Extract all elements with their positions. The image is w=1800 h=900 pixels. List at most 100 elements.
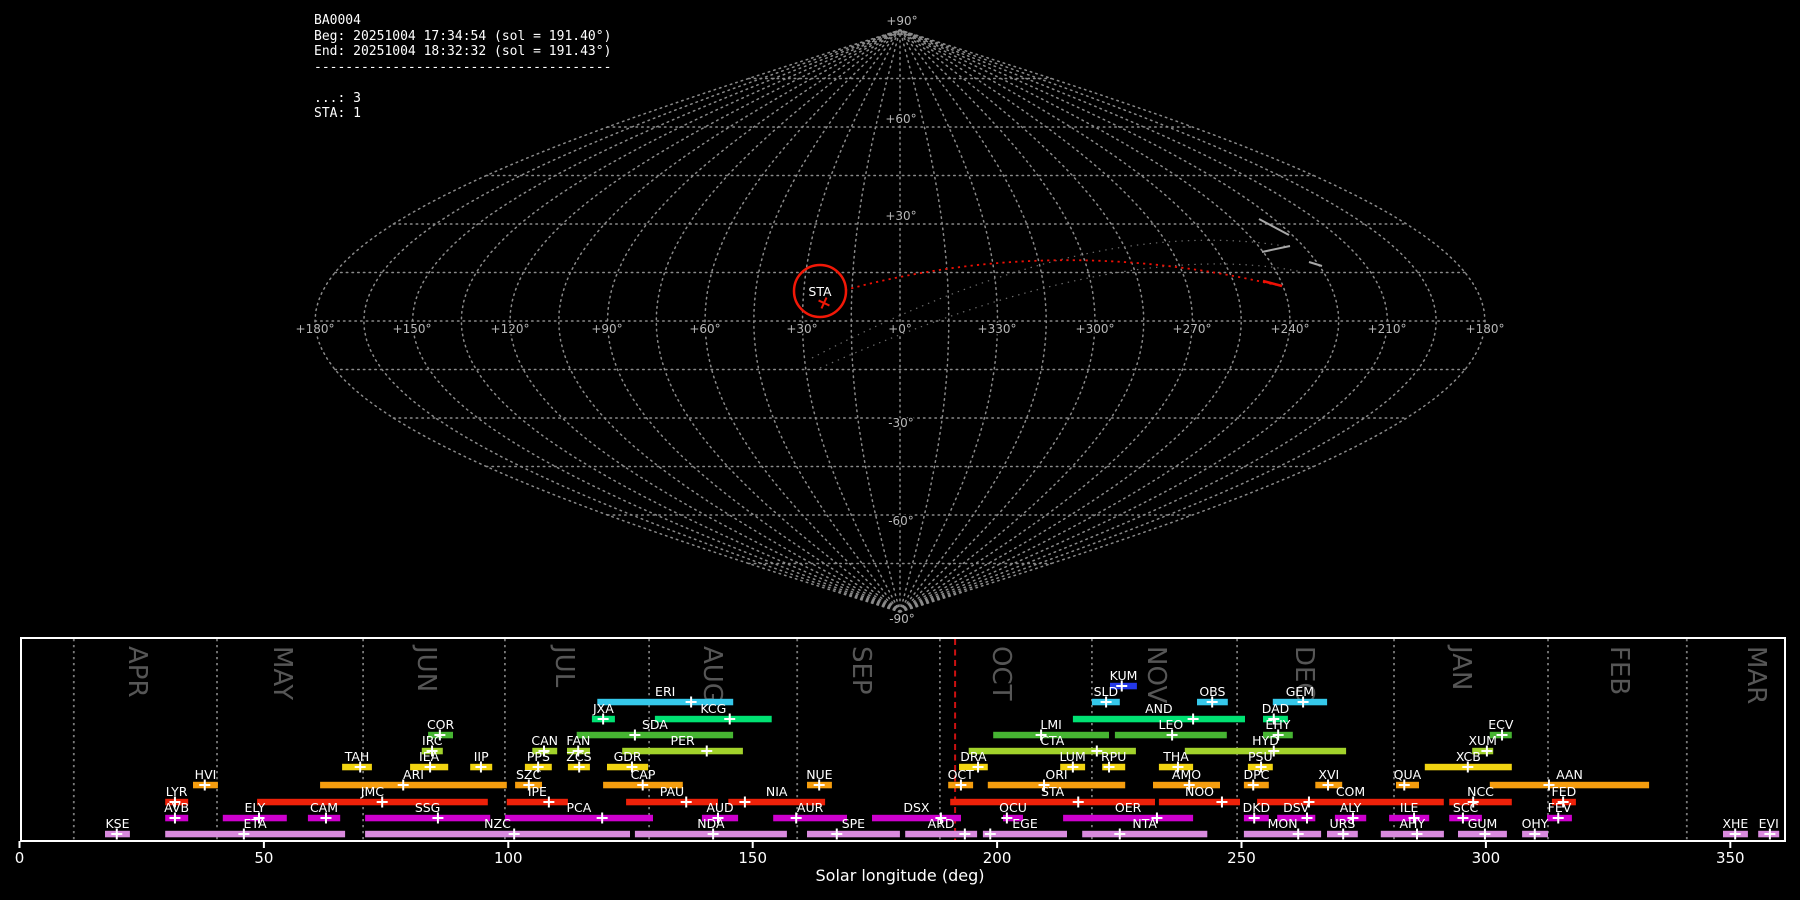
shower-bar-NZC: [365, 830, 630, 838]
month-label: JAN: [1446, 644, 1476, 690]
shower-label-HYD: HYD: [1252, 733, 1279, 748]
month-label: AUG: [697, 646, 727, 703]
shower-label-STA: STA: [1041, 784, 1065, 799]
shower-label-PER: PER: [671, 733, 695, 748]
month-label: SEP: [846, 646, 876, 695]
shower-label-AVB: AVB: [164, 800, 189, 815]
longitude-label: +180°: [296, 322, 335, 336]
shower-label-TAH: TAH: [344, 749, 370, 764]
shower-label-ELY: ELY: [244, 800, 265, 815]
shower-label-JMC: JMC: [360, 784, 384, 799]
shower-label-COM: COM: [1336, 784, 1365, 799]
shower-label-MON: MON: [1268, 816, 1298, 831]
shower-label-ETA: ETA: [244, 816, 268, 831]
shower-label-KUM: KUM: [1110, 668, 1138, 683]
shower-label-AND: AND: [1145, 701, 1173, 716]
meridian-line: [704, 29, 901, 613]
shower-label-ERI: ERI: [655, 684, 675, 699]
shower-label-SPE: SPE: [842, 816, 865, 831]
meridian-line: [899, 29, 1243, 613]
faint-track-line: [811, 239, 1291, 359]
shower-bar-ETA: [165, 830, 346, 838]
shower-label-AMO: AMO: [1172, 767, 1201, 782]
shower-label-AHY: AHY: [1400, 816, 1426, 831]
axis-tick-label: 50: [254, 849, 273, 867]
latitude-label: -90°: [889, 612, 915, 626]
shower-label-ECV: ECV: [1488, 717, 1514, 732]
shower-label-ARD: ARD: [928, 816, 955, 831]
faint-track-line: [819, 263, 1303, 369]
shower-label-OCU: OCU: [999, 800, 1027, 815]
shower-bar-MON: [1243, 830, 1322, 838]
shower-bar-NTA: [1082, 830, 1208, 838]
shower-label-AUR: AUR: [797, 800, 824, 815]
shower-bar-SDA: [576, 731, 734, 739]
meridian-line: [899, 29, 1096, 613]
shower-bar-PAU: [626, 798, 718, 806]
shower-label-DRA: DRA: [960, 749, 987, 764]
shower-label-AAN: AAN: [1556, 767, 1583, 782]
shower-label-NZC: NZC: [484, 816, 511, 831]
shower-label-PAU: PAU: [660, 784, 684, 799]
month-label: OCT: [986, 646, 1016, 701]
shower-label-GEM: GEM: [1286, 684, 1314, 699]
axis-tick-label: 350: [1716, 849, 1745, 867]
shower-label-FEV: FEV: [1548, 800, 1572, 815]
shower-label-CAM: CAM: [310, 800, 338, 815]
latitude-label: +60°: [885, 112, 916, 126]
shower-label-DSV: DSV: [1283, 800, 1310, 815]
longitude-label: +210°: [1368, 322, 1407, 336]
meteor-radiant-screen: +90° +60° +30° -30° -60° -90° +180° +150° +120° +…: [0, 0, 1800, 900]
shower-bar-AUR: [773, 814, 847, 822]
shower-label-ALY: ALY: [1340, 800, 1362, 815]
longitude-label: +150°: [393, 322, 432, 336]
month-label: APR: [122, 646, 152, 698]
axis-tick-label: 200: [983, 849, 1012, 867]
sky-map-and-timeline-canvas: +90° +60° +30° -30° -60° -90° +180° +150° +120° +…: [15, 13, 1786, 867]
shower-bar-ARI: [320, 781, 507, 789]
shower-label-OER: OER: [1115, 800, 1142, 815]
longitude-label: +90°: [591, 322, 622, 336]
shower-label-LYR: LYR: [166, 784, 188, 799]
shower-label-NTA: NTA: [1132, 816, 1157, 831]
shower-label-EVI: EVI: [1759, 816, 1779, 831]
longitude-label: +0°: [888, 322, 912, 336]
shower-label-SDA: SDA: [642, 717, 668, 732]
shower-label-DPC: DPC: [1243, 767, 1269, 782]
shower-label-AUD: AUD: [706, 800, 733, 815]
shower-label-DKD: DKD: [1243, 800, 1270, 815]
shower-label-THA: THA: [1162, 749, 1189, 764]
row-violet: KSE ETA NZC NDA SPE ARD EGE NTA MON URS AHY GUM OHY X…: [105, 816, 1780, 840]
latitude-label: +30°: [885, 209, 916, 223]
shower-label-SSG: SSG: [415, 800, 441, 815]
shower-label-NCC: NCC: [1467, 784, 1494, 799]
activity-timeline: APR MAY JUN JUL AUG SEP OCT NOV DEC JAN FEB MARKUME…: [15, 637, 1786, 867]
shower-label-ARI: ARI: [403, 767, 424, 782]
month-label: FEB: [1604, 646, 1634, 695]
axis-tick-label: 100: [494, 849, 523, 867]
shower-bar-PCA: [504, 814, 653, 822]
month-label: MAY: [267, 646, 297, 700]
longitude-label: +120°: [491, 322, 530, 336]
shower-label-CTA: CTA: [1040, 733, 1064, 748]
month-label: MAR: [1741, 646, 1771, 704]
longitude-label: +30°: [786, 322, 817, 336]
month-label: NOV: [1141, 646, 1171, 703]
shower-label-NOO: NOO: [1185, 784, 1214, 799]
shower-label-XUM: XUM: [1468, 733, 1497, 748]
shower-label-ILE: ILE: [1400, 800, 1419, 815]
shower-bar-JMC: [257, 798, 488, 806]
shower-bar-IPE: [506, 798, 568, 806]
shower-label-NDA: NDA: [697, 816, 725, 831]
radiant-trail-tip: [1262, 279, 1283, 288]
month-label: JUN: [411, 644, 441, 692]
longitude-label: +270°: [1173, 322, 1212, 336]
row-orange: HVI ARI SZC CAP NUE OCT ORI AMO DPC XVI QUA AAN: [193, 767, 1650, 791]
shower-label-QUA: QUA: [1394, 767, 1422, 782]
shower-bar-SPE: [807, 830, 900, 838]
meteor-streak: [1261, 245, 1291, 253]
shower-bar-KCG: [654, 715, 772, 723]
latitude-label: +90°: [886, 14, 917, 28]
observation-header: BA0004 Beg: 20251004 17:34:54 (sol = 191…: [314, 13, 612, 121]
shower-label-DAD: DAD: [1262, 701, 1290, 716]
